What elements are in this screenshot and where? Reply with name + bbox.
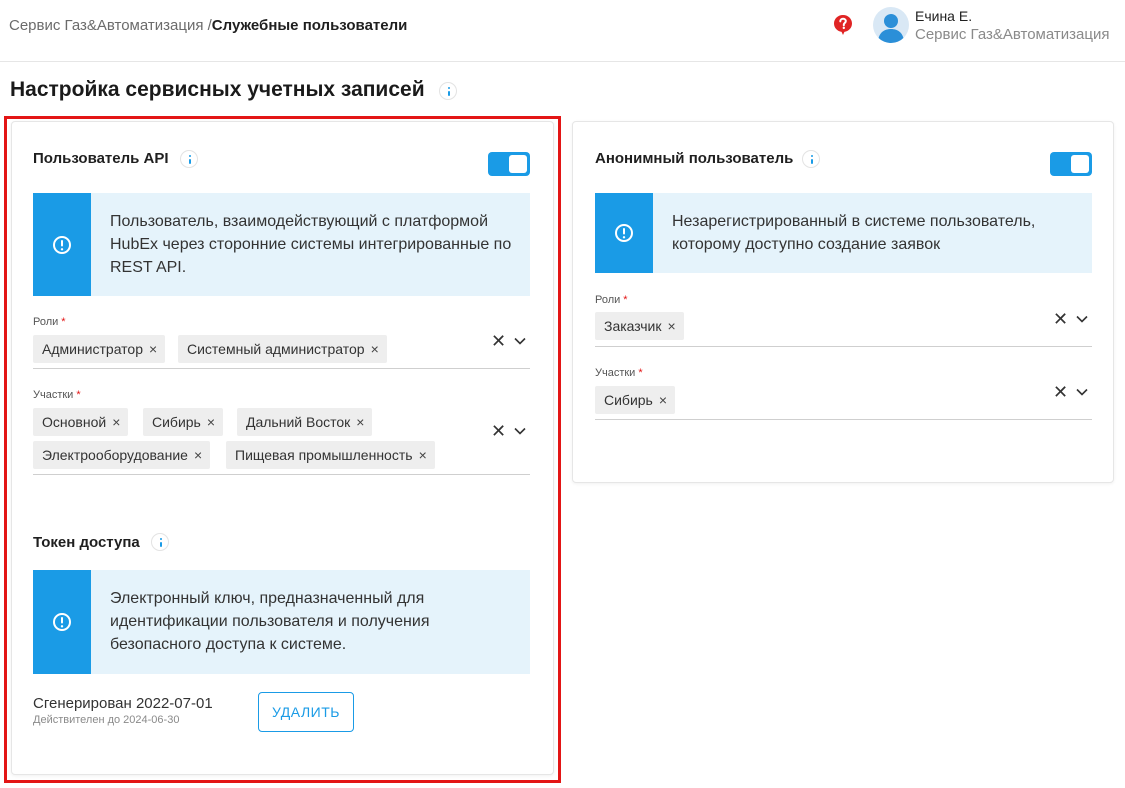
api-user-toggle[interactable] bbox=[488, 152, 530, 176]
anon-site-chip: Сибирь × bbox=[595, 386, 676, 414]
chip-remove-icon[interactable]: × bbox=[356, 408, 364, 436]
chip-remove-icon[interactable]: × bbox=[207, 408, 215, 436]
page-title-info-icon[interactable] bbox=[439, 82, 457, 100]
toggle-knob bbox=[1071, 155, 1089, 173]
anon-sites-label: Участки * bbox=[595, 367, 643, 379]
anon-roles-underline bbox=[595, 346, 1092, 347]
help-icon[interactable] bbox=[833, 14, 853, 36]
api-site-chip: Дальний Восток × bbox=[237, 408, 373, 436]
chip-label: Электрооборудование bbox=[42, 447, 188, 463]
chip-label: Заказчик bbox=[604, 318, 662, 334]
required-marker: * bbox=[61, 316, 66, 328]
chip-remove-icon[interactable]: × bbox=[149, 335, 157, 363]
required-marker: * bbox=[638, 367, 643, 379]
api-role-chip: Системный администратор × bbox=[178, 335, 387, 363]
anon-user-card bbox=[572, 121, 1114, 483]
chip-label: Сибирь bbox=[604, 392, 653, 408]
chip-label: Системный администратор bbox=[187, 341, 365, 357]
api-roles-label-text: Роли bbox=[33, 316, 59, 328]
api-user-info-text: Пользователь, взаимодействующий с платфо… bbox=[110, 213, 512, 276]
page-title: Настройка сервисных учетных записей bbox=[10, 78, 425, 101]
info-strip bbox=[33, 570, 91, 674]
info-strip bbox=[595, 193, 653, 273]
anon-user-info-box: Незарегистрированный в системе пользоват… bbox=[595, 193, 1092, 273]
chip-remove-icon[interactable]: × bbox=[668, 312, 676, 340]
chip-remove-icon[interactable]: × bbox=[659, 386, 667, 414]
user-name[interactable]: Ечина Е. bbox=[915, 8, 972, 24]
required-marker: * bbox=[76, 389, 81, 401]
api-roles-underline bbox=[33, 368, 530, 369]
token-title: Токен доступа bbox=[33, 534, 140, 551]
chip-label: Администратор bbox=[42, 341, 144, 357]
breadcrumb: Сервис Газ&Автоматизация /Служебные поль… bbox=[9, 17, 407, 34]
anon-roles-label-text: Роли bbox=[595, 294, 621, 306]
anon-sites-chevron-down-icon[interactable] bbox=[1076, 388, 1088, 396]
anon-roles-chevron-down-icon[interactable] bbox=[1076, 315, 1088, 323]
anon-user-title: Анонимный пользователь bbox=[595, 150, 794, 167]
alert-circle-icon bbox=[53, 613, 71, 631]
api-role-chip: Администратор × bbox=[33, 335, 166, 363]
info-strip bbox=[33, 193, 91, 296]
avatar[interactable] bbox=[873, 7, 909, 43]
anon-sites-label-text: Участки bbox=[595, 367, 636, 379]
api-roles-chevron-down-icon[interactable] bbox=[514, 337, 526, 345]
alert-circle-icon bbox=[615, 224, 633, 242]
anon-user-info-icon[interactable] bbox=[802, 150, 820, 168]
token-valid-until: Действителен до 2024-06-30 bbox=[33, 714, 180, 726]
api-user-info-icon[interactable] bbox=[180, 150, 198, 168]
alert-circle-icon bbox=[53, 235, 71, 254]
api-user-title: Пользователь API bbox=[33, 150, 169, 167]
api-sites-underline bbox=[33, 474, 530, 475]
anon-roles-clear-icon[interactable]: ✕ bbox=[1053, 309, 1068, 330]
chip-remove-icon[interactable]: × bbox=[112, 408, 120, 436]
api-roles-label: Роли * bbox=[33, 316, 66, 328]
user-silhouette-icon bbox=[878, 14, 904, 43]
api-site-chip: Сибирь × bbox=[143, 408, 224, 436]
anon-sites-clear-icon[interactable]: ✕ bbox=[1053, 382, 1068, 403]
anon-user-info-text: Незарегистрированный в системе пользоват… bbox=[672, 213, 1036, 253]
api-sites-label-text: Участки bbox=[33, 389, 74, 401]
api-user-info-box: Пользователь, взаимодействующий с платфо… bbox=[33, 193, 530, 296]
chip-remove-icon[interactable]: × bbox=[419, 441, 427, 469]
required-marker: * bbox=[623, 294, 628, 306]
top-bar: Сервис Газ&Автоматизация /Служебные поль… bbox=[0, 0, 1125, 62]
api-roles-clear-icon[interactable]: ✕ bbox=[491, 331, 506, 352]
api-sites-clear-icon[interactable]: ✕ bbox=[491, 421, 506, 442]
breadcrumb-root-link[interactable]: Сервис Газ&Автоматизация / bbox=[9, 17, 212, 34]
token-generated-date: Сгенерирован 2022-07-01 bbox=[33, 695, 213, 712]
token-info-text: Электронный ключ, предназначенный для ид… bbox=[110, 590, 430, 653]
breadcrumb-current: Служебные пользователи bbox=[211, 17, 408, 34]
api-sites-chevron-down-icon[interactable] bbox=[514, 427, 526, 435]
anon-sites-underline bbox=[595, 419, 1092, 420]
chip-remove-icon[interactable]: × bbox=[194, 441, 202, 469]
chip-label: Дальний Восток bbox=[246, 414, 351, 430]
chip-label: Основной bbox=[42, 414, 107, 430]
toggle-knob bbox=[509, 155, 527, 173]
anon-roles-label: Роли * bbox=[595, 294, 628, 306]
delete-token-button[interactable]: УДАЛИТЬ bbox=[258, 692, 354, 732]
user-organization: Сервис Газ&Автоматизация bbox=[915, 26, 1110, 43]
chip-label: Пищевая промышленность bbox=[235, 447, 413, 463]
anon-role-chip: Заказчик × bbox=[595, 312, 684, 340]
api-sites-label: Участки * bbox=[33, 389, 81, 401]
api-site-chip: Пищевая промышленность × bbox=[226, 441, 435, 469]
anon-user-toggle[interactable] bbox=[1050, 152, 1092, 176]
token-info-box: Электронный ключ, предназначенный для ид… bbox=[33, 570, 530, 674]
api-site-chip: Основной × bbox=[33, 408, 129, 436]
chip-remove-icon[interactable]: × bbox=[371, 335, 379, 363]
api-site-chip: Электрооборудование × bbox=[33, 441, 211, 469]
chip-label: Сибирь bbox=[152, 414, 201, 430]
token-info-icon[interactable] bbox=[151, 533, 169, 551]
